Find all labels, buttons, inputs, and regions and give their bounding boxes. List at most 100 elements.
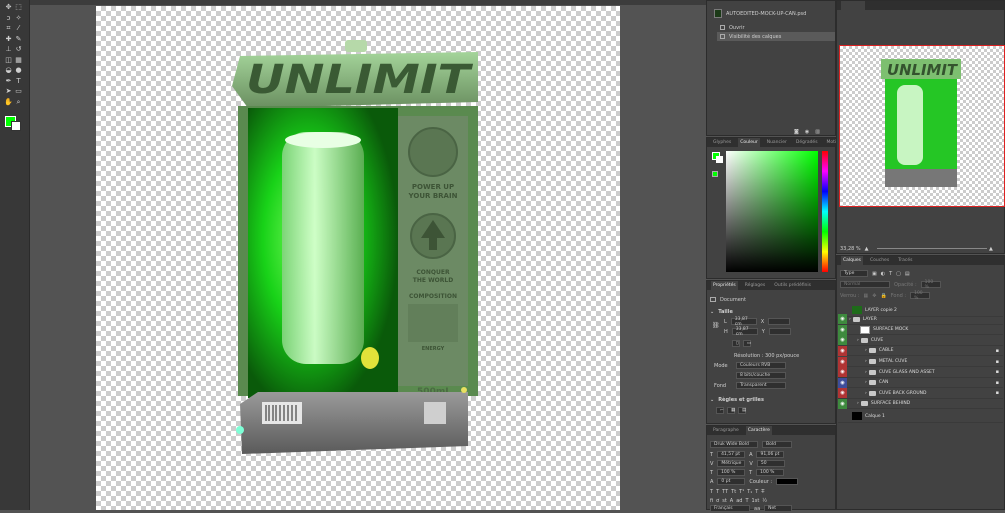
history-brush-icon[interactable]: ↺: [14, 45, 23, 53]
tab-presets[interactable]: Outils prédéfinis: [772, 282, 813, 289]
visibility-eye-icon[interactable]: ◉: [838, 367, 847, 378]
zoom-slider[interactable]: [877, 248, 987, 249]
landscape-icon[interactable]: ▭: [743, 340, 751, 347]
tab-adjustments[interactable]: Réglages: [743, 282, 768, 289]
lock-move-icon[interactable]: ✥: [872, 293, 876, 299]
visibility-eye-icon[interactable]: ◉: [838, 377, 847, 388]
tab-layers[interactable]: Calques: [841, 256, 863, 265]
vertical-scale-input[interactable]: 100 %: [717, 469, 746, 476]
ligature-button[interactable]: fi: [710, 498, 713, 504]
stylistic-alternates-button[interactable]: st: [722, 498, 727, 504]
swash-button[interactable]: A: [730, 498, 733, 504]
visibility-eye-icon[interactable]: ◉: [838, 398, 847, 409]
expand-chevron-icon[interactable]: ›: [865, 391, 867, 396]
zoom-out-icon[interactable]: ▲: [865, 246, 869, 252]
expand-chevron-icon[interactable]: ›: [849, 317, 851, 322]
history-item-visibility[interactable]: Visibilité des calques: [717, 32, 835, 41]
height-input[interactable]: 33,87 cm: [731, 327, 758, 337]
marquee-icon[interactable]: ⬚: [14, 3, 23, 11]
zoom-value[interactable]: 33,28 %: [840, 246, 861, 252]
visibility-eye-icon[interactable]: ◉: [838, 345, 847, 356]
contextual-button[interactable]: T: [745, 498, 748, 504]
visibility-eye-icon[interactable]: ◉: [838, 314, 847, 325]
grid-icon[interactable]: ▦: [727, 407, 735, 414]
websafe-icon[interactable]: [712, 171, 718, 177]
tab-gradients[interactable]: Dégradés: [794, 139, 820, 146]
history-snapshot[interactable]: AUTOEDITED-MOCK-UP-CAN.psd: [711, 9, 806, 18]
x-input[interactable]: [768, 318, 791, 325]
layer-row[interactable]: ◉ › CAN ▪: [838, 377, 1003, 389]
portrait-icon[interactable]: ▯: [732, 340, 740, 347]
hue-slider[interactable]: [822, 151, 828, 272]
expand-chevron-icon[interactable]: ›: [865, 370, 867, 375]
rulers-chevron-icon[interactable]: ⌄: [710, 397, 714, 403]
visibility-eye-icon[interactable]: ◉: [838, 356, 847, 367]
tab-character[interactable]: Caractère: [745, 426, 772, 435]
tab-navigator[interactable]: [841, 1, 865, 10]
layer-row[interactable]: ◉ › LAYER: [838, 314, 1003, 325]
expand-chevron-icon[interactable]: ›: [857, 338, 859, 343]
filter-type-icon[interactable]: T: [889, 271, 892, 277]
filter-smart-icon[interactable]: ▤: [905, 271, 910, 277]
brush-icon[interactable]: ✎: [14, 35, 23, 43]
strikethrough-button[interactable]: T̶: [761, 489, 764, 495]
superscript-button[interactable]: T¹: [739, 489, 744, 495]
hand-icon[interactable]: ✋: [4, 98, 13, 106]
discretionary-ligature-button[interactable]: ơ: [716, 498, 719, 504]
healing-icon[interactable]: ✚: [4, 35, 13, 43]
all-caps-button[interactable]: TT: [722, 489, 728, 495]
layer-row[interactable]: ◉ › CUVE: [838, 335, 1003, 346]
expand-chevron-icon[interactable]: ›: [857, 401, 859, 406]
eraser-icon[interactable]: ◫: [4, 56, 13, 64]
zoom-in-icon[interactable]: ▲: [989, 246, 993, 252]
pen-icon[interactable]: ✒: [4, 77, 13, 85]
y-input[interactable]: [768, 328, 791, 335]
zoom-icon[interactable]: ⌕: [14, 98, 23, 106]
camera-icon[interactable]: ◉: [805, 129, 809, 135]
fill-select[interactable]: Transparent: [736, 382, 786, 389]
background-color-swatch[interactable]: [11, 121, 21, 131]
eyedropper-icon[interactable]: ⁄: [14, 24, 23, 32]
new-snapshot-icon[interactable]: ◙: [794, 129, 799, 135]
visibility-eye-icon[interactable]: ◉: [838, 335, 847, 346]
layer-row[interactable]: ◉ SURFACE MOCK: [838, 324, 1003, 336]
lock-all-icon[interactable]: 🔒: [880, 293, 886, 299]
layer-filter-select[interactable]: Type: [840, 270, 868, 277]
layer-row[interactable]: ◉ › CABLE ▪: [838, 345, 1003, 357]
visibility-eye-icon[interactable]: ◉: [838, 388, 847, 399]
layer-row[interactable]: ◉ › METAL CUVE ▪: [838, 356, 1003, 367]
fraction-button[interactable]: ½: [762, 498, 767, 504]
layer-row[interactable]: ◉ › CUVE GLASS AND ASSET ▪: [838, 367, 1003, 378]
text-color-swatch[interactable]: [776, 478, 799, 485]
color-field[interactable]: [726, 151, 818, 272]
font-family-select[interactable]: Druk Wide Bold: [710, 441, 758, 448]
magic-wand-icon[interactable]: ✧: [14, 14, 23, 22]
ruler-icon[interactable]: ⌐: [716, 407, 724, 414]
move-icon[interactable]: ✥: [4, 3, 13, 11]
mode-select[interactable]: Couleurs RVB: [736, 362, 786, 369]
layer-row[interactable]: ◉ › CUVE BACK GROUND ▪: [838, 388, 1003, 399]
color-bg-chip[interactable]: [716, 156, 723, 163]
blur-icon[interactable]: ◒: [4, 66, 13, 74]
filter-shape-icon[interactable]: ▢: [896, 271, 901, 277]
expand-chevron-icon[interactable]: ›: [865, 348, 867, 353]
bits-select[interactable]: 8 bits/couche: [736, 372, 786, 379]
lock-pixels-icon[interactable]: ▦: [864, 293, 869, 299]
blend-mode-select[interactable]: Normal: [840, 281, 890, 288]
leading-input[interactable]: 91,06 pt: [756, 451, 785, 458]
filter-pixel-icon[interactable]: ▣: [872, 271, 877, 277]
tracking-input[interactable]: 50: [756, 460, 785, 467]
expand-chevron-icon[interactable]: ›: [865, 380, 867, 385]
tab-color[interactable]: Couleur: [738, 138, 760, 147]
path-select-icon[interactable]: ➤: [4, 87, 13, 95]
history-item-open[interactable]: Ouvrir: [717, 23, 835, 32]
stamp-icon[interactable]: ⊥: [4, 45, 13, 53]
lasso-icon[interactable]: ↄ: [4, 14, 13, 22]
horizontal-scale-input[interactable]: 100 %: [756, 469, 785, 476]
baseline-input[interactable]: 0 pt: [717, 478, 746, 485]
link-icon[interactable]: ⛓: [712, 322, 720, 329]
font-style-select[interactable]: Bold: [762, 441, 792, 448]
titling-button[interactable]: ad: [736, 498, 742, 504]
ordinal-button[interactable]: 1st: [752, 498, 760, 504]
layer-row[interactable]: Calque 1: [838, 410, 1003, 423]
